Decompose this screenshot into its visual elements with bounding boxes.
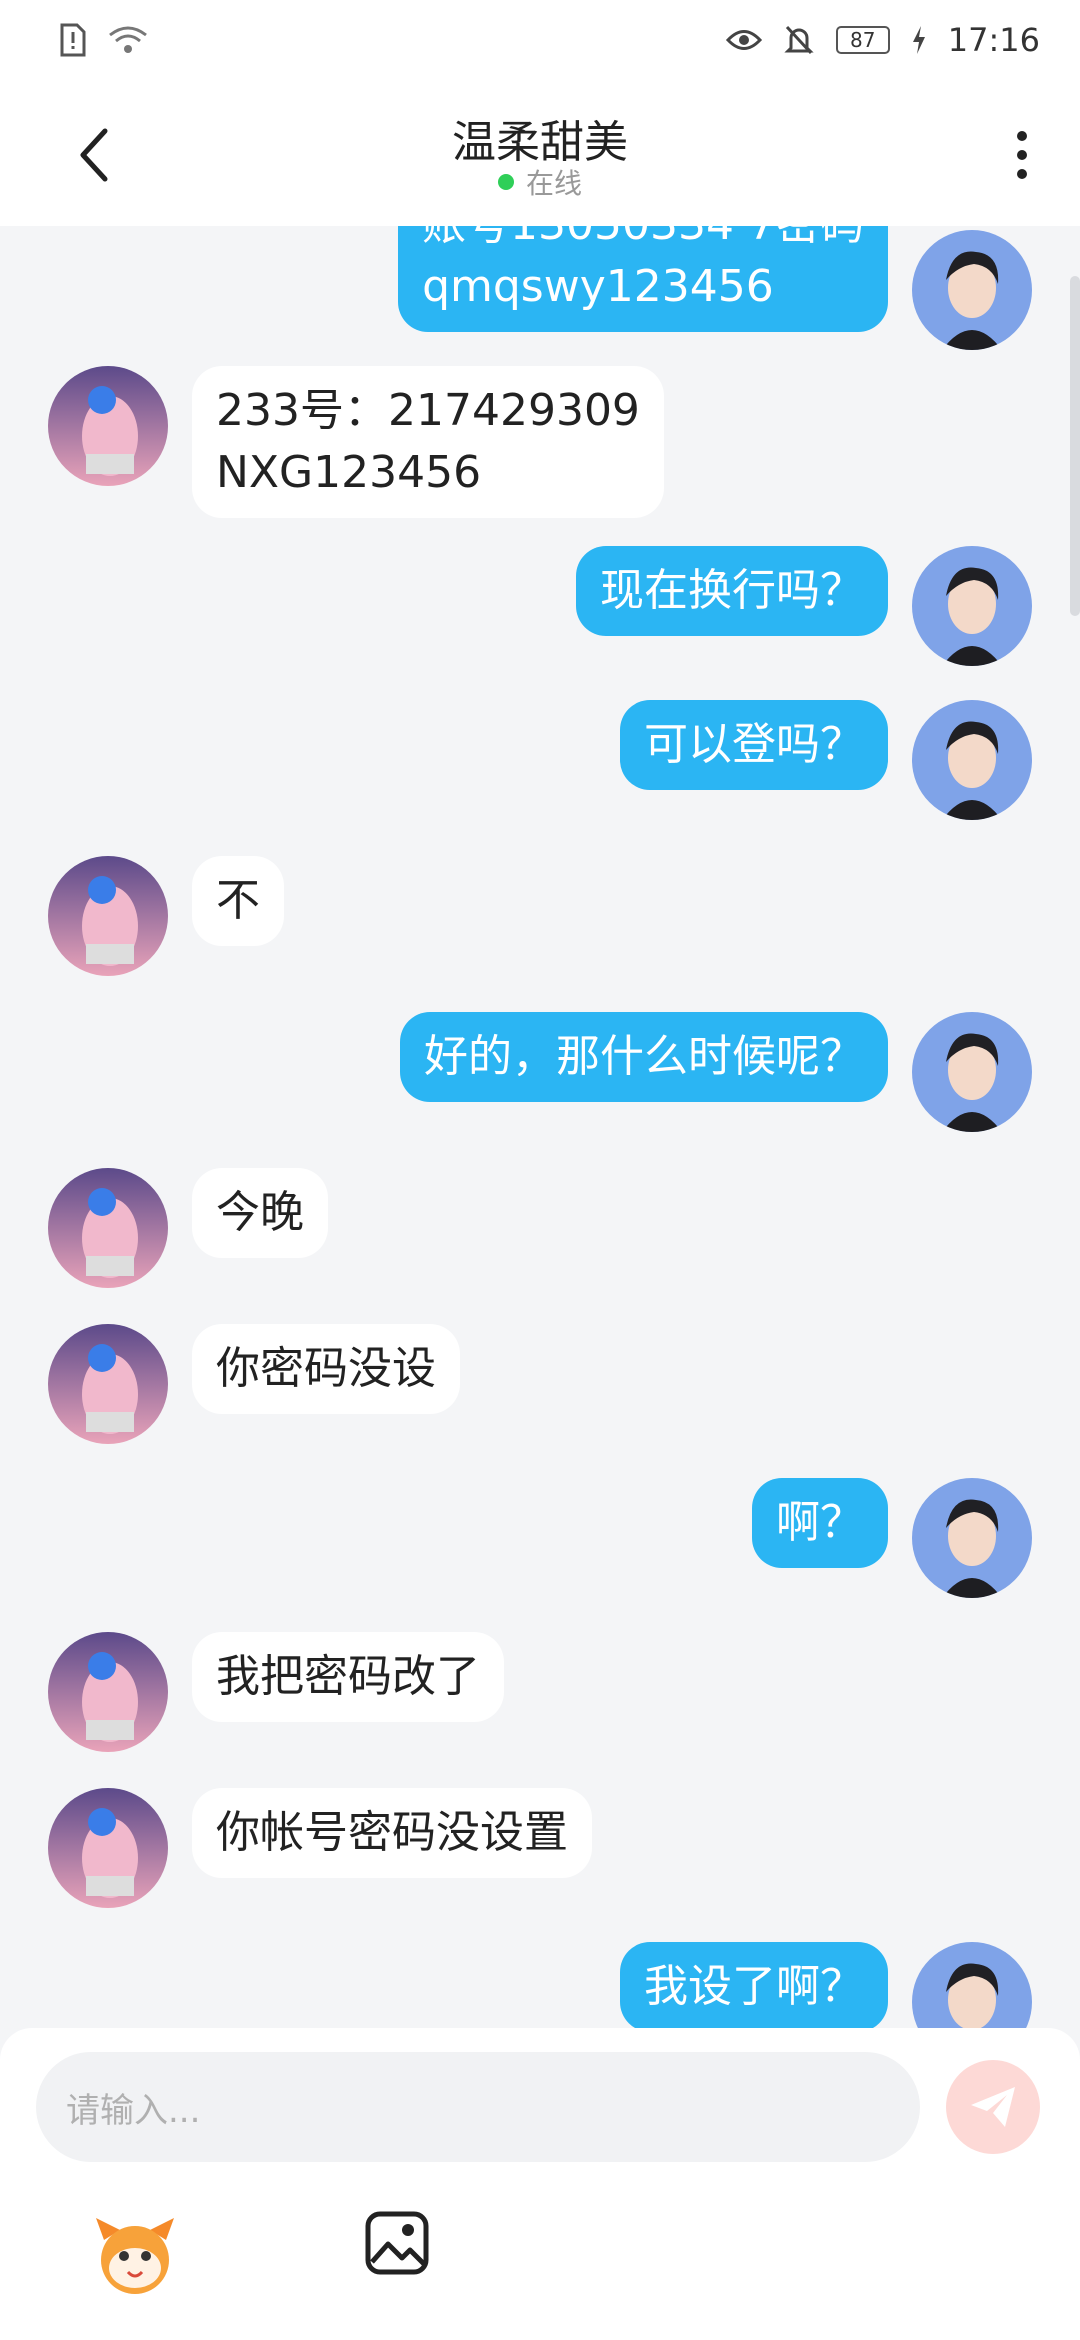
send-icon: [971, 2087, 1015, 2127]
sim-alert-icon: [60, 23, 86, 57]
message-bubble[interactable]: 可以登吗？: [620, 700, 888, 790]
online-status-label: 在线: [525, 167, 582, 200]
status-time: 17:16: [947, 21, 1040, 59]
message-bubble[interactable]: 啊？: [752, 1478, 888, 1568]
emoji-mascot-icon: [96, 2218, 174, 2294]
more-options-button[interactable]: [1004, 120, 1040, 190]
message-bubble[interactable]: 你密码没设: [192, 1324, 460, 1414]
online-dot: [497, 174, 514, 190]
message-bubble[interactable]: 233号：217429309 NXG123456: [192, 366, 664, 518]
status-right: 87 17:16: [725, 21, 1040, 59]
more-dot: [1017, 131, 1027, 141]
image-icon: [365, 2211, 429, 2275]
message-line: 不: [216, 875, 260, 926]
wifi-icon: [109, 26, 147, 53]
status-bar: 87 17:16: [0, 0, 1080, 80]
message-bubble[interactable]: 今晚: [192, 1168, 328, 1258]
contact-avatar[interactable]: [48, 1788, 168, 1908]
chat-header: 温柔甜美 在线: [0, 80, 1080, 226]
mute-bell-icon: [784, 25, 814, 55]
my-avatar[interactable]: [912, 1478, 1032, 1598]
message-line: 可以登吗？: [644, 719, 864, 770]
contact-avatar[interactable]: [48, 1632, 168, 1752]
status-left: [60, 23, 148, 57]
message-bubble[interactable]: 现在换行吗？: [576, 546, 888, 636]
emoji-button[interactable]: [90, 2210, 180, 2300]
message-bubble[interactable]: 不: [192, 856, 284, 946]
message-input[interactable]: 请输入...: [36, 2052, 920, 2162]
contact-avatar[interactable]: [48, 1324, 168, 1444]
my-avatar[interactable]: [912, 230, 1032, 350]
message-line: 你帐号密码没设置: [216, 1807, 568, 1858]
my-avatar[interactable]: [912, 546, 1032, 666]
image-button[interactable]: [364, 2210, 444, 2290]
battery-indicator: 87: [835, 26, 890, 54]
message-bubble[interactable]: 我设了啊？: [620, 1942, 888, 2028]
message-line: 好的，那什么时候呢？: [424, 1031, 864, 1082]
charging-icon: [912, 26, 925, 54]
message-line: 我设了啊？: [644, 1961, 864, 2012]
message-line: 啊？: [776, 1497, 864, 1548]
message-line: 你密码没设: [216, 1343, 436, 1394]
message-bubble[interactable]: 你帐号密码没设置: [192, 1788, 592, 1878]
contact-avatar[interactable]: [48, 856, 168, 976]
message-line: 现在换行吗？: [600, 565, 864, 616]
contact-name: 温柔甜美: [452, 117, 628, 168]
composer: 请输入...: [0, 2028, 1080, 2340]
message-line: 233号：217429309: [216, 385, 640, 436]
message-bubble[interactable]: 账号13050334 7密码 qmqswy123456: [398, 226, 888, 332]
online-status: 在线: [0, 162, 1080, 202]
more-dot: [1017, 150, 1027, 160]
message-bubble[interactable]: 好的，那什么时候呢？: [400, 1012, 888, 1102]
eye-icon: [725, 30, 762, 50]
message-line: NXG123456: [216, 447, 482, 498]
chat-scrollbar[interactable]: [1070, 276, 1080, 616]
message-bubble[interactable]: 我把密码改了: [192, 1632, 504, 1722]
my-avatar[interactable]: [912, 1942, 1032, 2028]
more-dot: [1017, 169, 1027, 179]
message-line: qmqswy123456: [422, 261, 774, 312]
message-line: 我把密码改了: [216, 1651, 480, 1702]
contact-avatar[interactable]: [48, 1168, 168, 1288]
chat-scroll-area[interactable]: 账号13050334 7密码 qmqswy123456 233号：2174293…: [0, 226, 1080, 2028]
contact-avatar[interactable]: [48, 366, 168, 486]
my-avatar[interactable]: [912, 1012, 1032, 1132]
my-avatar[interactable]: [912, 700, 1032, 820]
send-button[interactable]: [946, 2060, 1040, 2154]
message-line: 账号13050334 7密码: [422, 226, 864, 256]
message-line: 今晚: [216, 1187, 304, 1238]
